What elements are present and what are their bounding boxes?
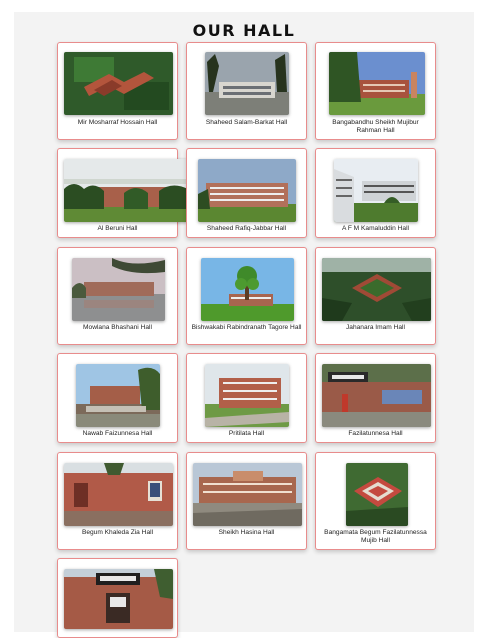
hall-name: Pritilata Hall xyxy=(228,430,265,437)
hall-card[interactable]: Mir Mosharraf Hossain Hall xyxy=(57,42,178,140)
hall-card[interactable]: Begum Khaleda Zia Hall xyxy=(57,452,178,550)
hall-card[interactable]: Al Beruni Hall xyxy=(57,148,188,238)
hall-name: Bangamata Begum Fazilatunnessa Mujib Hal… xyxy=(324,529,427,544)
hall-photo xyxy=(205,364,289,427)
hall-photo xyxy=(64,463,173,526)
hall-name: Mowlana Bhashani Hall xyxy=(83,324,152,331)
hall-photo xyxy=(329,52,425,115)
hall-photo xyxy=(72,258,165,321)
hall-name: Shaheed Salam-Barkat Hall xyxy=(205,119,288,126)
hall-name: Shaheed Rafiq-Jabbar Hall xyxy=(206,225,287,232)
hall-card[interactable]: Fazilatunnesa Hall xyxy=(315,353,436,443)
hall-card[interactable]: A F M Kamaluddin Hall xyxy=(315,148,436,238)
hall-name: Bangabandhu Sheikh Mujibur Rahman Hall xyxy=(332,119,419,134)
page-title: OUR HALL xyxy=(192,21,296,40)
hall-photo xyxy=(64,159,188,222)
hall-name: Begum Khaleda Zia Hall xyxy=(81,529,154,536)
hall-name: Fazilatunnesa Hall xyxy=(348,430,403,437)
hall-photo xyxy=(205,52,289,115)
hall-photo xyxy=(201,258,294,321)
hall-card[interactable]: Sheikh Hasina Hall xyxy=(186,452,307,550)
halls-section: OUR HALL Mir Mosharraf Hossain Hall Shah… xyxy=(14,12,474,638)
hall-photo xyxy=(193,463,302,526)
hall-photo xyxy=(76,364,160,427)
hall-photo xyxy=(346,463,408,526)
hall-card[interactable]: Pritilata Hall xyxy=(186,353,307,443)
hall-name: A F M Kamaluddin Hall xyxy=(341,225,410,232)
hall-card[interactable]: Shaheed Salam-Barkat Hall xyxy=(186,42,307,140)
hall-name: Jahanara Imam Hall xyxy=(345,324,405,331)
hall-card[interactable] xyxy=(57,558,178,638)
hall-card[interactable]: Bishwakabi Rabindranath Tagore Hall xyxy=(186,247,307,345)
hall-card[interactable]: Jahanara Imam Hall xyxy=(315,247,436,345)
hall-photo xyxy=(64,52,173,115)
hall-card[interactable]: Shaheed Rafiq-Jabbar Hall xyxy=(186,148,307,238)
hall-card[interactable]: Nawab Faizunnesa Hall xyxy=(57,353,178,443)
hall-photo xyxy=(198,159,296,222)
hall-name: Bishwakabi Rabindranath Tagore Hall xyxy=(191,324,302,331)
hall-card[interactable]: Bangamata Begum Fazilatunnessa Mujib Hal… xyxy=(315,452,436,550)
hall-name: Sheikh Hasina Hall xyxy=(218,529,275,536)
hall-photo xyxy=(322,258,431,321)
hall-name: Mir Mosharraf Hossain Hall xyxy=(77,119,158,126)
hall-card[interactable]: Mowlana Bhashani Hall xyxy=(57,247,178,345)
hall-name: Nawab Faizunnesa Hall xyxy=(82,430,153,437)
hall-photo xyxy=(322,364,431,427)
hall-card[interactable]: Bangabandhu Sheikh Mujibur Rahman Hall xyxy=(315,42,436,140)
hall-photo xyxy=(64,569,173,629)
hall-name: Al Beruni Hall xyxy=(97,225,138,232)
hall-photo xyxy=(334,159,418,222)
